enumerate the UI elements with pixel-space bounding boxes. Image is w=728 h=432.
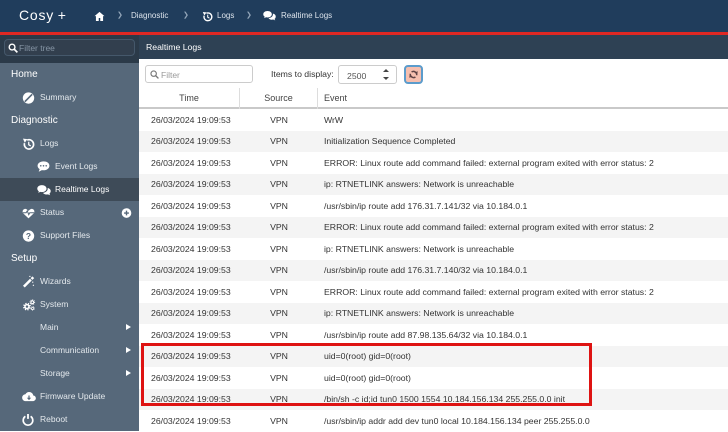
svg-text:?: ? (26, 230, 31, 240)
